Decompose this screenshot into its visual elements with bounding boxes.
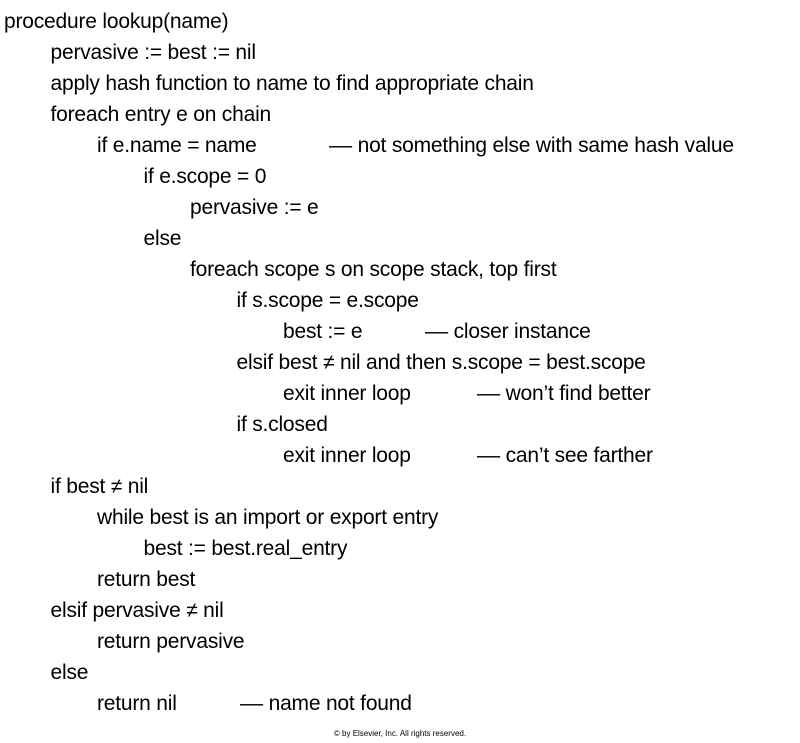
code-statement: elsif best ≠ nil and then s.scope = best…	[236, 351, 646, 374]
code-statement: exit inner loop	[283, 444, 411, 467]
code-comment: –– closer instance	[425, 320, 591, 343]
code-comment: –– won’t find better	[477, 382, 651, 405]
code-statement: while best is an import or export entry	[97, 506, 439, 529]
code-statement: return best	[97, 568, 196, 591]
code-statement: pervasive := e	[190, 196, 319, 219]
code-comment: –– can’t see farther	[477, 444, 653, 467]
code-statement: if e.name = name	[97, 134, 257, 157]
code-statement: procedure lookup(name)	[4, 10, 229, 33]
code-statement: exit inner loop	[283, 382, 411, 405]
code-statement: best := e	[283, 320, 363, 343]
code-statement: if best ≠ nil	[50, 475, 149, 498]
code-statement: pervasive := best := nil	[50, 41, 257, 64]
code-comment: –– name not found	[240, 692, 412, 715]
code-statement: return nil	[97, 692, 177, 715]
code-statement: foreach scope s on scope stack, top firs…	[190, 258, 557, 281]
code-statement: foreach entry e on chain	[50, 103, 272, 126]
code-statement: else	[50, 661, 89, 684]
code-comment: –– not something else with same hash val…	[329, 134, 734, 157]
code-statement: if e.scope = 0	[143, 165, 267, 188]
code-statement: return pervasive	[97, 630, 245, 653]
code-statement: elsif pervasive ≠ nil	[50, 599, 224, 622]
code-statement: if s.scope = e.scope	[236, 289, 419, 312]
code-statement: else	[143, 227, 182, 250]
copyright-notice: © by Elsevier, Inc. All rights reserved.	[333, 729, 467, 738]
code-statement: if s.closed	[236, 413, 328, 436]
code-statement: apply hash function to name to find appr…	[50, 72, 534, 95]
code-statement: best := best.real_entry	[143, 537, 348, 560]
